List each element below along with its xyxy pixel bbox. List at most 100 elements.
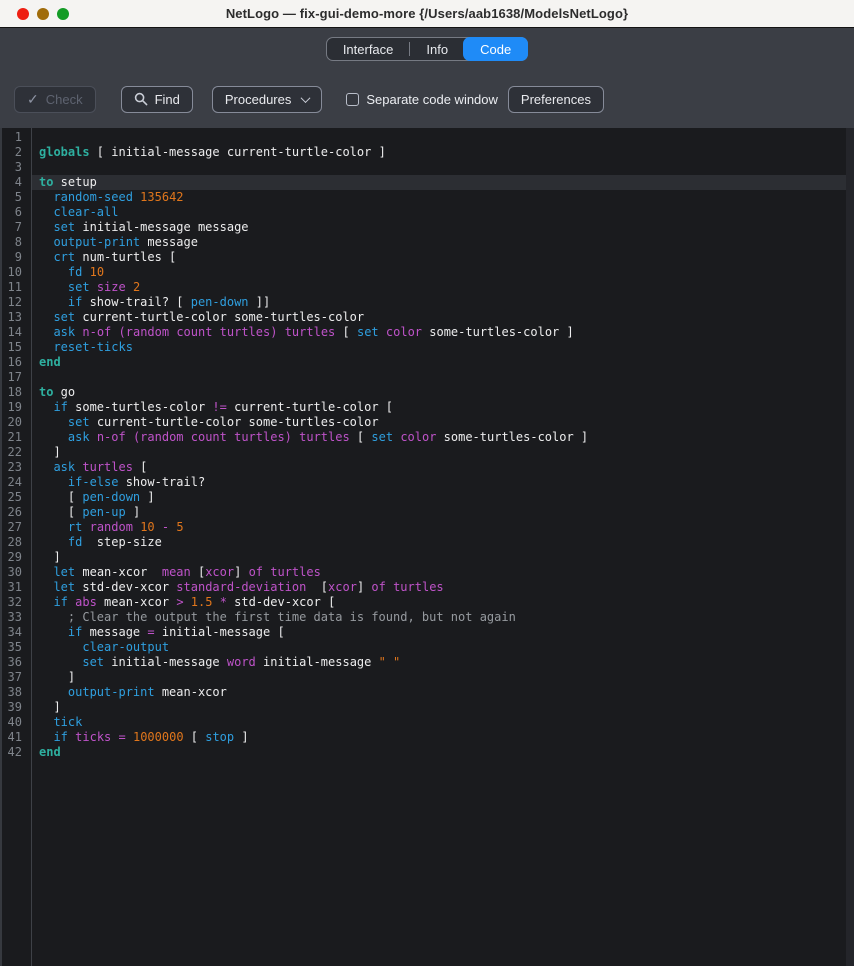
code-line[interactable]: end: [32, 745, 854, 760]
tab-info[interactable]: Info: [410, 38, 464, 60]
code-line[interactable]: ask n-of (random count turtles) turtles …: [32, 325, 854, 340]
code-token: [: [39, 490, 82, 504]
code-line[interactable]: rt random 10 - 5: [32, 520, 854, 535]
window-title: NetLogo — fix-gui-demo-more {/Users/aab1…: [0, 6, 854, 21]
code-token: [39, 430, 68, 444]
code-token: color: [386, 325, 422, 339]
line-number: 5: [2, 190, 31, 205]
line-number: 20: [2, 415, 31, 430]
code-token: xcor: [328, 580, 357, 594]
code-token: ask: [53, 460, 75, 474]
code-line[interactable]: if abs mean-xcor > 1.5 * std-dev-xcor [: [32, 595, 854, 610]
code-line[interactable]: globals [ initial-message current-turtle…: [32, 145, 854, 160]
code-line[interactable]: [32, 130, 854, 145]
find-button[interactable]: Find: [121, 86, 193, 113]
code-token: ; Clear the output the first time data i…: [39, 610, 516, 624]
line-number: 23: [2, 460, 31, 475]
code-line[interactable]: output-print message: [32, 235, 854, 250]
line-number: 17: [2, 370, 31, 385]
code-line[interactable]: if some-turtles-color != current-turtle-…: [32, 400, 854, 415]
code-line[interactable]: ]: [32, 670, 854, 685]
code-line[interactable]: ]: [32, 445, 854, 460]
close-window-button[interactable]: [17, 8, 29, 20]
code-line[interactable]: [ pen-up ]: [32, 505, 854, 520]
code-token: [39, 460, 53, 474]
code-token: [111, 325, 118, 339]
minimize-window-button[interactable]: [37, 8, 49, 20]
check-button[interactable]: ✓ Check: [14, 86, 96, 113]
code-line[interactable]: if ticks = 1000000 [ stop ]: [32, 730, 854, 745]
code-token: [126, 730, 133, 744]
code-token: [82, 265, 89, 279]
code-editor[interactable]: 1234567891011121314151617181920212223242…: [0, 128, 854, 966]
code-token: setup: [53, 175, 96, 189]
code-token: if: [68, 295, 82, 309]
code-line[interactable]: [32, 160, 854, 175]
preferences-button-label: Preferences: [521, 92, 591, 107]
code-line[interactable]: tick: [32, 715, 854, 730]
code-token: initial-message message: [75, 220, 248, 234]
code-line[interactable]: let std-dev-xcor standard-deviation [xco…: [32, 580, 854, 595]
code-line[interactable]: fd step-size: [32, 535, 854, 550]
code-token: end: [39, 745, 61, 759]
code-line[interactable]: clear-all: [32, 205, 854, 220]
find-button-label: Find: [155, 92, 180, 107]
code-line[interactable]: if message = initial-message [: [32, 625, 854, 640]
line-number: 25: [2, 490, 31, 505]
code-token: 135642: [140, 190, 183, 204]
code-line[interactable]: let mean-xcor mean [xcor] of turtles: [32, 565, 854, 580]
code-token: set: [357, 325, 379, 339]
code-token: [: [306, 580, 328, 594]
code-line[interactable]: to go: [32, 385, 854, 400]
code-token: [39, 280, 68, 294]
code-line[interactable]: if-else show-trail?: [32, 475, 854, 490]
code-line[interactable]: set size 2: [32, 280, 854, 295]
code-line[interactable]: crt num-turtles [: [32, 250, 854, 265]
code-line[interactable]: ask n-of (random count turtles) turtles …: [32, 430, 854, 445]
code-line[interactable]: clear-output: [32, 640, 854, 655]
code-line[interactable]: set current-turtle-color some-turtles-co…: [32, 310, 854, 325]
code-line[interactable]: end: [32, 355, 854, 370]
code-line[interactable]: output-print mean-xcor: [32, 685, 854, 700]
code-token: show-trail?: [118, 475, 205, 489]
code-line[interactable]: ]: [32, 700, 854, 715]
code-line[interactable]: ]: [32, 550, 854, 565]
code-token: [39, 595, 53, 609]
code-token: fd: [68, 265, 82, 279]
code-token: if-else: [68, 475, 119, 489]
line-number: 29: [2, 550, 31, 565]
preferences-button[interactable]: Preferences: [508, 86, 604, 113]
separate-code-window-checkbox[interactable]: [346, 93, 359, 106]
code-token: ]: [39, 445, 61, 459]
tab-code[interactable]: Code: [463, 37, 528, 61]
code-line[interactable]: set initial-message word initial-message…: [32, 655, 854, 670]
code-line[interactable]: if show-trail? [ pen-down ]]: [32, 295, 854, 310]
line-number: 10: [2, 265, 31, 280]
code-token: ask: [53, 325, 75, 339]
code-token: color: [400, 430, 436, 444]
code-token: let: [53, 565, 75, 579]
code-token: ]: [140, 490, 154, 504]
procedures-dropdown[interactable]: Procedures: [212, 86, 322, 113]
code-line[interactable]: reset-ticks: [32, 340, 854, 355]
code-line[interactable]: fd 10: [32, 265, 854, 280]
code-line[interactable]: set initial-message message: [32, 220, 854, 235]
code-line[interactable]: [32, 370, 854, 385]
code-token: if: [53, 730, 67, 744]
tab-interface[interactable]: Interface: [327, 38, 410, 60]
code-token: 1000000: [133, 730, 184, 744]
code-token: 1.5: [191, 595, 213, 609]
code-line[interactable]: ask turtles [: [32, 460, 854, 475]
code-token: [155, 520, 162, 534]
scrollbar-track[interactable]: [846, 128, 854, 966]
code-line[interactable]: ; Clear the output the first time data i…: [32, 610, 854, 625]
code-line[interactable]: random-seed 135642: [32, 190, 854, 205]
code-token: fd: [68, 535, 82, 549]
code-token: set: [82, 655, 104, 669]
code-token: globals: [39, 145, 90, 159]
code-line[interactable]: set current-turtle-color some-turtles-co…: [32, 415, 854, 430]
code-line[interactable]: to setup: [32, 175, 854, 190]
code-line[interactable]: [ pen-down ]: [32, 490, 854, 505]
code-token: [379, 325, 386, 339]
zoom-window-button[interactable]: [57, 8, 69, 20]
